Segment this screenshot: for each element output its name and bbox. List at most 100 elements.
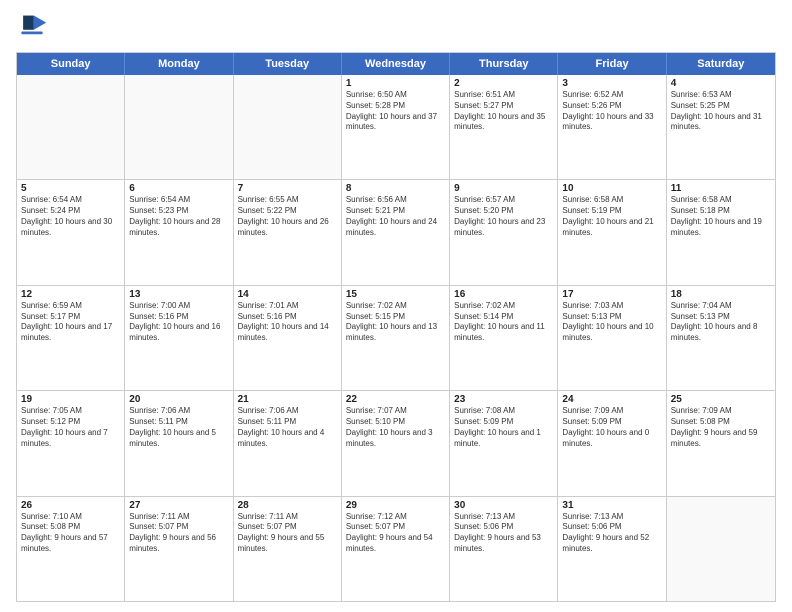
calendar-cell: 23Sunrise: 7:08 AMSunset: 5:09 PMDayligh… (450, 391, 558, 495)
cell-info: Sunrise: 6:52 AMSunset: 5:26 PMDaylight:… (562, 90, 661, 133)
day-number: 3 (562, 78, 661, 89)
cell-info: Sunrise: 6:58 AMSunset: 5:18 PMDaylight:… (671, 195, 771, 238)
calendar-cell (17, 75, 125, 179)
cell-info: Sunrise: 6:59 AMSunset: 5:17 PMDaylight:… (21, 301, 120, 344)
calendar: SundayMondayTuesdayWednesdayThursdayFrid… (16, 52, 776, 602)
day-number: 31 (562, 500, 661, 511)
logo (16, 12, 52, 44)
day-number: 16 (454, 289, 553, 300)
calendar-cell: 26Sunrise: 7:10 AMSunset: 5:08 PMDayligh… (17, 497, 125, 601)
header-day-thursday: Thursday (450, 53, 558, 75)
cell-info: Sunrise: 7:05 AMSunset: 5:12 PMDaylight:… (21, 406, 120, 449)
page: SundayMondayTuesdayWednesdayThursdayFrid… (0, 0, 792, 612)
calendar-cell: 20Sunrise: 7:06 AMSunset: 5:11 PMDayligh… (125, 391, 233, 495)
calendar-cell: 22Sunrise: 7:07 AMSunset: 5:10 PMDayligh… (342, 391, 450, 495)
calendar-cell: 30Sunrise: 7:13 AMSunset: 5:06 PMDayligh… (450, 497, 558, 601)
day-number: 19 (21, 394, 120, 405)
day-number: 1 (346, 78, 445, 89)
day-number: 22 (346, 394, 445, 405)
calendar-cell: 21Sunrise: 7:06 AMSunset: 5:11 PMDayligh… (234, 391, 342, 495)
day-number: 9 (454, 183, 553, 194)
day-number: 20 (129, 394, 228, 405)
day-number: 12 (21, 289, 120, 300)
cell-info: Sunrise: 7:09 AMSunset: 5:09 PMDaylight:… (562, 406, 661, 449)
cell-info: Sunrise: 7:10 AMSunset: 5:08 PMDaylight:… (21, 512, 120, 555)
day-number: 15 (346, 289, 445, 300)
calendar-cell: 15Sunrise: 7:02 AMSunset: 5:15 PMDayligh… (342, 286, 450, 390)
calendar-cell: 9Sunrise: 6:57 AMSunset: 5:20 PMDaylight… (450, 180, 558, 284)
cell-info: Sunrise: 7:02 AMSunset: 5:15 PMDaylight:… (346, 301, 445, 344)
calendar-cell: 13Sunrise: 7:00 AMSunset: 5:16 PMDayligh… (125, 286, 233, 390)
calendar-header: SundayMondayTuesdayWednesdayThursdayFrid… (17, 53, 775, 75)
cell-info: Sunrise: 6:57 AMSunset: 5:20 PMDaylight:… (454, 195, 553, 238)
header-day-friday: Friday (558, 53, 666, 75)
day-number: 26 (21, 500, 120, 511)
cell-info: Sunrise: 7:03 AMSunset: 5:13 PMDaylight:… (562, 301, 661, 344)
calendar-week-3: 12Sunrise: 6:59 AMSunset: 5:17 PMDayligh… (17, 286, 775, 391)
cell-info: Sunrise: 6:54 AMSunset: 5:23 PMDaylight:… (129, 195, 228, 238)
calendar-cell: 8Sunrise: 6:56 AMSunset: 5:21 PMDaylight… (342, 180, 450, 284)
day-number: 27 (129, 500, 228, 511)
day-number: 28 (238, 500, 337, 511)
day-number: 11 (671, 183, 771, 194)
cell-info: Sunrise: 7:08 AMSunset: 5:09 PMDaylight:… (454, 406, 553, 449)
header-day-monday: Monday (125, 53, 233, 75)
header (16, 12, 776, 44)
day-number: 29 (346, 500, 445, 511)
calendar-cell: 4Sunrise: 6:53 AMSunset: 5:25 PMDaylight… (667, 75, 775, 179)
calendar-cell: 3Sunrise: 6:52 AMSunset: 5:26 PMDaylight… (558, 75, 666, 179)
cell-info: Sunrise: 7:06 AMSunset: 5:11 PMDaylight:… (238, 406, 337, 449)
cell-info: Sunrise: 6:50 AMSunset: 5:28 PMDaylight:… (346, 90, 445, 133)
day-number: 30 (454, 500, 553, 511)
header-day-sunday: Sunday (17, 53, 125, 75)
calendar-week-4: 19Sunrise: 7:05 AMSunset: 5:12 PMDayligh… (17, 391, 775, 496)
day-number: 25 (671, 394, 771, 405)
cell-info: Sunrise: 6:51 AMSunset: 5:27 PMDaylight:… (454, 90, 553, 133)
calendar-cell: 19Sunrise: 7:05 AMSunset: 5:12 PMDayligh… (17, 391, 125, 495)
day-number: 21 (238, 394, 337, 405)
cell-info: Sunrise: 7:13 AMSunset: 5:06 PMDaylight:… (562, 512, 661, 555)
day-number: 23 (454, 394, 553, 405)
calendar-cell (125, 75, 233, 179)
cell-info: Sunrise: 7:02 AMSunset: 5:14 PMDaylight:… (454, 301, 553, 344)
cell-info: Sunrise: 6:58 AMSunset: 5:19 PMDaylight:… (562, 195, 661, 238)
cell-info: Sunrise: 7:01 AMSunset: 5:16 PMDaylight:… (238, 301, 337, 344)
cell-info: Sunrise: 6:55 AMSunset: 5:22 PMDaylight:… (238, 195, 337, 238)
header-day-wednesday: Wednesday (342, 53, 450, 75)
day-number: 17 (562, 289, 661, 300)
calendar-cell: 11Sunrise: 6:58 AMSunset: 5:18 PMDayligh… (667, 180, 775, 284)
day-number: 2 (454, 78, 553, 89)
calendar-week-1: 1Sunrise: 6:50 AMSunset: 5:28 PMDaylight… (17, 75, 775, 180)
calendar-cell (234, 75, 342, 179)
calendar-cell: 10Sunrise: 6:58 AMSunset: 5:19 PMDayligh… (558, 180, 666, 284)
calendar-cell: 5Sunrise: 6:54 AMSunset: 5:24 PMDaylight… (17, 180, 125, 284)
calendar-cell: 29Sunrise: 7:12 AMSunset: 5:07 PMDayligh… (342, 497, 450, 601)
calendar-cell: 12Sunrise: 6:59 AMSunset: 5:17 PMDayligh… (17, 286, 125, 390)
calendar-week-5: 26Sunrise: 7:10 AMSunset: 5:08 PMDayligh… (17, 497, 775, 601)
logo-icon (16, 12, 48, 44)
calendar-cell: 28Sunrise: 7:11 AMSunset: 5:07 PMDayligh… (234, 497, 342, 601)
calendar-cell: 17Sunrise: 7:03 AMSunset: 5:13 PMDayligh… (558, 286, 666, 390)
day-number: 14 (238, 289, 337, 300)
calendar-cell: 16Sunrise: 7:02 AMSunset: 5:14 PMDayligh… (450, 286, 558, 390)
cell-info: Sunrise: 6:54 AMSunset: 5:24 PMDaylight:… (21, 195, 120, 238)
calendar-cell: 14Sunrise: 7:01 AMSunset: 5:16 PMDayligh… (234, 286, 342, 390)
day-number: 6 (129, 183, 228, 194)
calendar-body: 1Sunrise: 6:50 AMSunset: 5:28 PMDaylight… (17, 75, 775, 601)
calendar-cell: 25Sunrise: 7:09 AMSunset: 5:08 PMDayligh… (667, 391, 775, 495)
calendar-cell: 6Sunrise: 6:54 AMSunset: 5:23 PMDaylight… (125, 180, 233, 284)
day-number: 13 (129, 289, 228, 300)
cell-info: Sunrise: 6:56 AMSunset: 5:21 PMDaylight:… (346, 195, 445, 238)
cell-info: Sunrise: 7:09 AMSunset: 5:08 PMDaylight:… (671, 406, 771, 449)
day-number: 24 (562, 394, 661, 405)
day-number: 10 (562, 183, 661, 194)
cell-info: Sunrise: 7:04 AMSunset: 5:13 PMDaylight:… (671, 301, 771, 344)
cell-info: Sunrise: 7:07 AMSunset: 5:10 PMDaylight:… (346, 406, 445, 449)
calendar-cell: 24Sunrise: 7:09 AMSunset: 5:09 PMDayligh… (558, 391, 666, 495)
cell-info: Sunrise: 7:00 AMSunset: 5:16 PMDaylight:… (129, 301, 228, 344)
day-number: 4 (671, 78, 771, 89)
day-number: 7 (238, 183, 337, 194)
day-number: 5 (21, 183, 120, 194)
calendar-cell: 2Sunrise: 6:51 AMSunset: 5:27 PMDaylight… (450, 75, 558, 179)
cell-info: Sunrise: 7:11 AMSunset: 5:07 PMDaylight:… (238, 512, 337, 555)
